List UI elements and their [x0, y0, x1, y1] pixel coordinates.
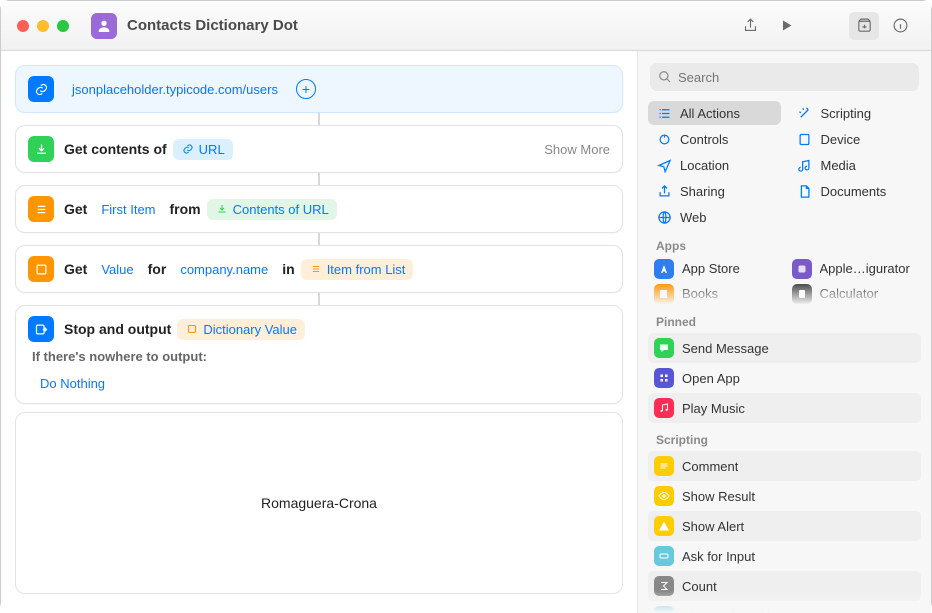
category-documents[interactable]: Documents [789, 179, 922, 203]
doc-icon [797, 183, 813, 199]
action-play-music[interactable]: Play Music [648, 393, 921, 423]
action-send-message[interactable]: Send Message [648, 333, 921, 363]
dict-value-token[interactable]: Dictionary Value [177, 319, 305, 340]
url-token[interactable]: URL [173, 139, 233, 160]
action-choose-from-menu[interactable]: Choose from Menu [648, 601, 921, 613]
eye-icon [654, 486, 674, 506]
pinned-header: Pinned [638, 305, 931, 333]
share-icon [656, 183, 672, 199]
category-media[interactable]: Media [789, 153, 922, 177]
msg-icon [654, 338, 674, 358]
book-icon [654, 284, 674, 304]
value-token[interactable]: Value [93, 259, 141, 280]
apps-header: Apps [638, 229, 931, 257]
note-icon [654, 398, 674, 418]
show-more-button[interactable]: Show More [544, 142, 610, 157]
workflow-editor: jsonplaceholder.typicode.com/users + Get… [1, 51, 637, 613]
note-icon [797, 157, 813, 173]
fallback-label: If there's nowhere to output: [32, 349, 207, 364]
grid-icon [654, 368, 674, 388]
output-text: Romaguera-Crona [261, 495, 377, 511]
action-show-alert[interactable]: Show Alert [648, 511, 921, 541]
shortcut-icon [91, 13, 117, 39]
search-input[interactable] [678, 70, 911, 85]
action-comment[interactable]: Comment [648, 451, 921, 481]
device-icon [797, 131, 813, 147]
lines-icon [654, 456, 674, 476]
A-icon [654, 259, 674, 279]
output-icon [28, 316, 54, 342]
action-count[interactable]: Count [648, 571, 921, 601]
link-icon [28, 76, 54, 102]
url-action[interactable]: jsonplaceholder.typicode.com/users + [15, 65, 623, 113]
category-scripting[interactable]: Scripting [789, 101, 922, 125]
action-apple-igurator[interactable]: Apple…igurator [786, 257, 922, 280]
input-icon [654, 546, 674, 566]
cfg-icon [792, 259, 812, 279]
action-books[interactable]: Books [648, 282, 784, 305]
do-nothing-option[interactable]: Do Nothing [32, 372, 113, 395]
titlebar: Contacts Dictionary Dot [1, 1, 931, 51]
nav-icon [656, 157, 672, 173]
share-button[interactable] [735, 12, 765, 40]
stop-output-action[interactable]: Stop and output Dictionary Value If ther… [15, 305, 623, 404]
category-location[interactable]: Location [648, 153, 781, 177]
window-title: Contacts Dictionary Dot [127, 17, 298, 34]
action-show-result[interactable]: Show Result [648, 481, 921, 511]
key-token[interactable]: company.name [172, 259, 276, 280]
run-button[interactable] [771, 12, 801, 40]
first-item-token[interactable]: First Item [93, 199, 163, 220]
get-contents-action[interactable]: Get contents of URL Show More [15, 125, 623, 173]
scripting-header: Scripting [638, 423, 931, 451]
category-web[interactable]: Web [648, 205, 781, 229]
category-all[interactable]: All Actions [648, 101, 781, 125]
contents-token[interactable]: Contents of URL [207, 199, 337, 220]
library-button[interactable] [849, 12, 879, 40]
sigma-icon [654, 576, 674, 596]
search-icon [658, 70, 672, 84]
search-field[interactable] [650, 63, 919, 91]
minimize-button[interactable] [37, 20, 49, 32]
get-item-action[interactable]: Get First Item from Contents of URL [15, 185, 623, 233]
action-label: Get contents of [64, 141, 167, 157]
window-controls [17, 20, 69, 32]
maximize-button[interactable] [57, 20, 69, 32]
output-panel: Romaguera-Crona [15, 412, 623, 594]
get-value-action[interactable]: Get Value for company.name in Item from … [15, 245, 623, 293]
add-url-button[interactable]: + [296, 79, 316, 99]
info-button[interactable] [885, 12, 915, 40]
action-library: All Actions Scripting Controls Device Locati… [637, 51, 931, 613]
category-controls[interactable]: Controls [648, 127, 781, 151]
wand-icon [797, 105, 813, 121]
alert-icon [654, 516, 674, 536]
category-device[interactable]: Device [789, 127, 922, 151]
list-icon [656, 105, 672, 121]
url-value[interactable]: jsonplaceholder.typicode.com/users [64, 79, 286, 100]
action-calculator[interactable]: Calculator [786, 282, 922, 305]
knob-icon [656, 131, 672, 147]
download-icon [28, 136, 54, 162]
globe-icon [656, 209, 672, 225]
close-button[interactable] [17, 20, 29, 32]
item-token[interactable]: Item from List [301, 259, 414, 280]
action-ask-for-input[interactable]: Ask for Input [648, 541, 921, 571]
action-open-app[interactable]: Open App [648, 363, 921, 393]
category-sharing[interactable]: Sharing [648, 179, 781, 203]
list-icon [28, 196, 54, 222]
dictionary-icon [28, 256, 54, 282]
calc-icon [792, 284, 812, 304]
action-app-store[interactable]: App Store [648, 257, 784, 280]
